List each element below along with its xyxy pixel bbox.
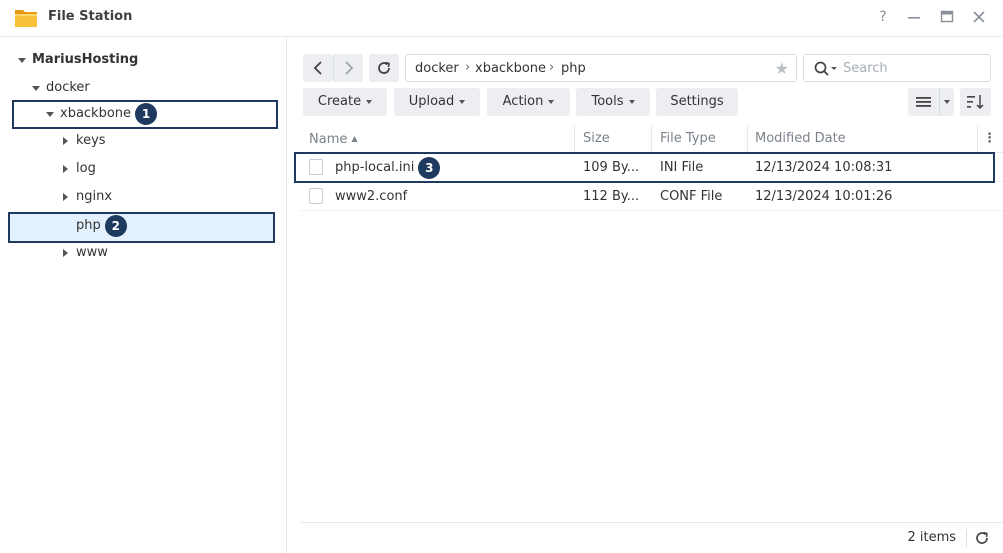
tree-label: php 2 [76,213,127,239]
create-button[interactable]: Create [303,88,387,116]
tree-label: keys [76,133,106,148]
search-input[interactable]: Search [803,54,991,82]
collapse-arrow-icon[interactable] [63,165,68,173]
tree-label-text: php [76,218,101,233]
folder-tree-sidebar: MariusHosting docker xbackbone 1 keys log… [0,38,287,553]
collapse-arrow-icon[interactable] [63,193,68,201]
tree-item-mariushosting[interactable]: MariusHosting [14,47,274,73]
breadcrumb-xbackbone[interactable]: xbackbone [475,61,546,76]
upload-button[interactable]: Upload [394,88,480,116]
column-header-size[interactable]: Size [583,125,610,153]
help-button[interactable]: ? [874,8,892,26]
caret-down-icon [628,99,635,104]
tools-button[interactable]: Tools [576,88,650,116]
settings-label: Settings [670,94,724,109]
window-title: File Station [48,9,133,24]
search-placeholder: Search [843,61,888,76]
chevron-left-icon [313,61,322,75]
refresh-button[interactable] [369,54,399,82]
action-button[interactable]: Action [487,88,570,116]
caret-down-icon [459,99,466,104]
column-options-icon[interactable]: ⋮ [983,125,996,153]
expand-arrow-icon[interactable] [32,86,40,91]
step-badge-2: 2 [104,214,127,237]
column-divider[interactable] [574,125,575,153]
sort-button[interactable] [960,88,991,116]
view-mode-button[interactable] [908,88,954,116]
tree-label: nginx [76,189,113,204]
tree-label: www [76,245,108,260]
tree-item-docker[interactable]: docker [30,75,270,101]
tree-item-nginx[interactable]: nginx [60,184,260,210]
tree-label-text: xbackbone [60,106,132,121]
tree-label: log [76,161,96,176]
breadcrumb-separator: › [465,60,471,75]
breadcrumb-separator: › [549,60,555,75]
column-header-name[interactable]: Name ▲ [309,125,358,153]
settings-button[interactable]: Settings [656,88,738,116]
column-divider[interactable] [977,125,978,153]
minimize-icon [908,17,920,19]
tree-label: xbackbone 1 [60,101,158,127]
breadcrumb-docker[interactable]: docker [415,61,459,76]
caret-down-icon[interactable] [944,100,950,104]
folder-app-icon [15,10,37,27]
maximize-icon [940,10,954,23]
file-modified: 12/13/2024 10:01:26 [755,189,893,204]
column-name-label: Name [309,132,348,147]
refresh-icon [378,61,390,74]
favorite-star-icon[interactable]: ★ [775,59,789,78]
table-header: Name ▲ Size File Type Modified Date ⋮ [301,125,1003,153]
minimize-button[interactable] [905,8,923,26]
sort-asc-icon: ▲ [351,134,358,143]
footer-divider [966,529,967,547]
forward-button[interactable] [333,54,363,82]
table-row[interactable]: www2.conf 112 By... CONF File 12/13/2024… [301,182,1003,211]
refresh-icon[interactable] [973,529,991,547]
expand-arrow-icon[interactable] [46,112,54,117]
step-badge-1: 1 [135,102,158,125]
search-icon[interactable] [813,60,839,78]
item-count: 2 items [907,530,956,545]
tree-label: docker [46,80,90,95]
file-list-pane: docker › xbackbone › php ★ Search Create… [288,38,1003,553]
create-label: Create [317,94,362,109]
action-label: Action [502,94,544,109]
button-divider [939,88,940,116]
tree-item-www[interactable]: www [60,240,260,266]
tree-item-keys[interactable]: keys [60,128,260,154]
highlight-box-3 [294,152,995,183]
close-button[interactable] [970,8,988,26]
collapse-arrow-icon[interactable] [63,137,68,145]
caret-down-icon [366,99,373,104]
maximize-button[interactable] [938,8,956,26]
column-divider[interactable] [651,125,652,153]
caret-down-icon [548,99,555,104]
file-icon [309,188,323,204]
tree-item-log[interactable]: log [60,156,260,182]
breadcrumb-php[interactable]: php [561,61,586,76]
column-header-file-type[interactable]: File Type [660,125,716,153]
column-header-modified-date[interactable]: Modified Date [755,125,846,153]
tools-label: Tools [591,94,624,109]
title-bar: File Station ? [0,0,1003,37]
column-divider[interactable] [747,125,748,153]
back-button[interactable] [303,54,333,82]
collapse-arrow-icon[interactable] [63,249,68,257]
status-bar: 2 items [301,522,1003,553]
sort-icon [967,95,984,110]
file-type: CONF File [660,189,723,204]
tree-item-xbackbone[interactable]: xbackbone 1 [44,101,264,127]
expand-arrow-icon[interactable] [18,58,26,63]
tree-item-php[interactable]: php 2 [60,213,260,239]
file-size: 112 By... [583,189,640,204]
file-name: www2.conf [335,189,408,204]
path-breadcrumb[interactable]: docker › xbackbone › php ★ [405,54,797,82]
tree-label: MariusHosting [32,52,139,67]
list-view-icon [916,97,931,107]
upload-label: Upload [408,94,455,109]
chevron-right-icon [345,61,354,75]
close-icon [973,11,985,23]
